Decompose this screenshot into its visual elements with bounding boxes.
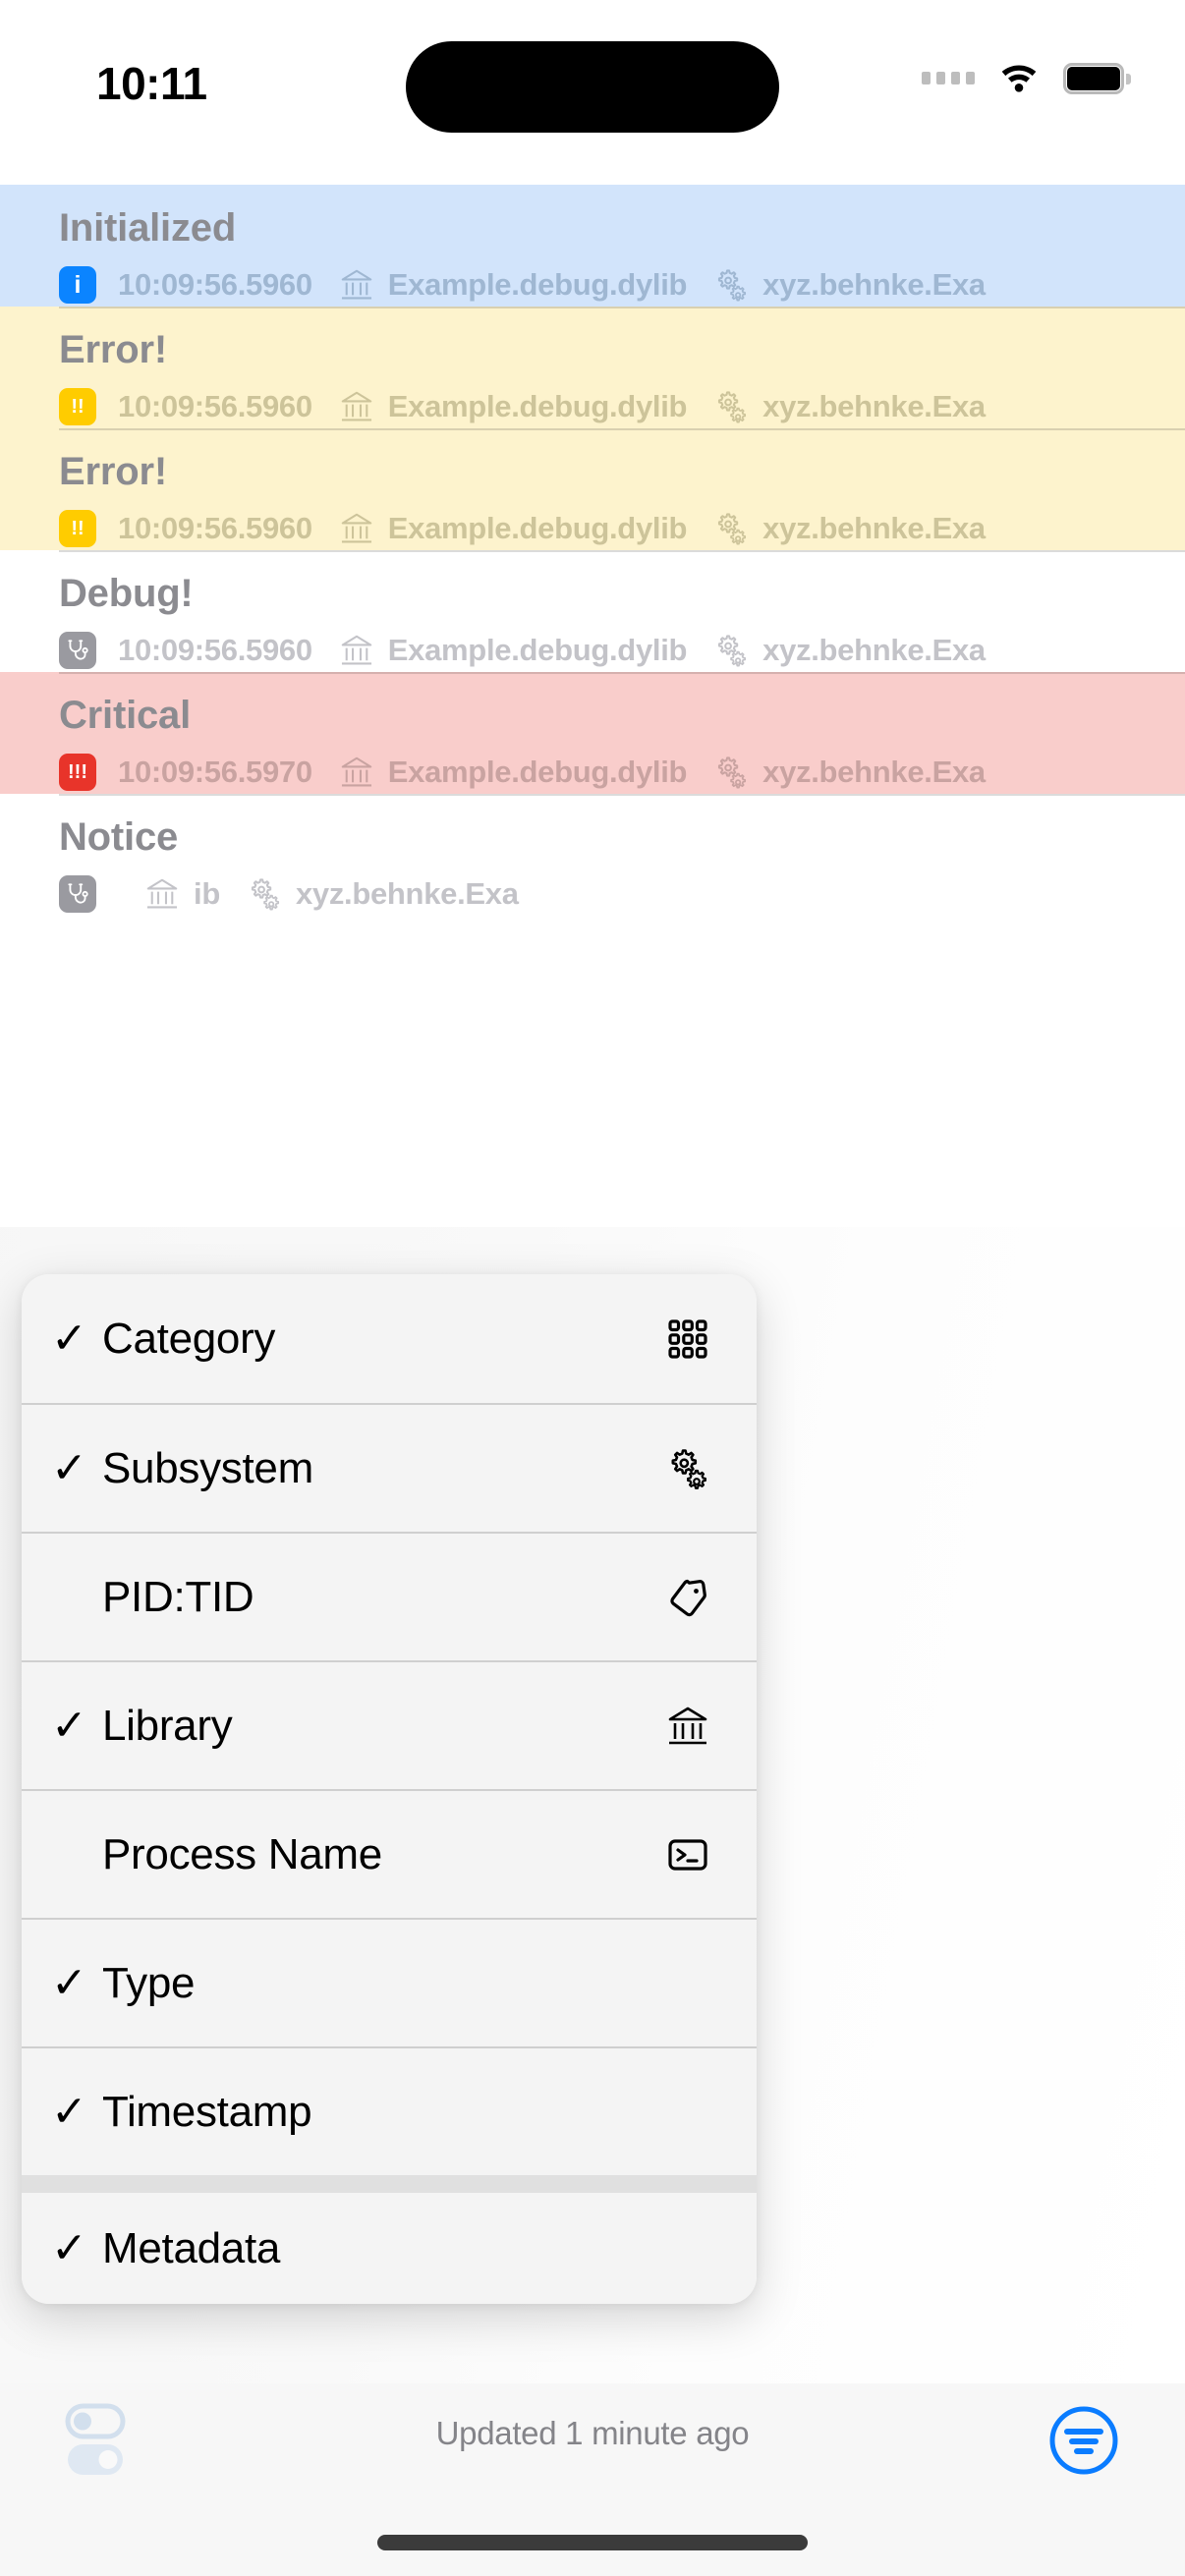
library-icon bbox=[143, 875, 181, 913]
menu-item-label: Process Name bbox=[102, 1829, 382, 1878]
menu-item-label: Metadata bbox=[102, 2223, 281, 2272]
log-title: Notice bbox=[59, 815, 179, 859]
battery-icon bbox=[1063, 62, 1131, 94]
menu-item-label: Timestamp bbox=[102, 2087, 312, 2136]
checkmark-icon: ✓ bbox=[51, 2087, 87, 2136]
critical-badge-icon: !!! bbox=[59, 754, 96, 791]
gears-icon bbox=[246, 875, 283, 913]
checkmark-icon: ✓ bbox=[51, 1314, 87, 1363]
gears-icon bbox=[712, 632, 750, 669]
checkmark-icon: ✓ bbox=[51, 1701, 87, 1750]
menu-item-timestamp[interactable]: ✓ Timestamp bbox=[22, 2046, 757, 2175]
gears-icon bbox=[712, 266, 750, 304]
menu-item-label: Subsystem bbox=[102, 1443, 313, 1492]
signal-dots-icon bbox=[922, 72, 975, 84]
status-bar: 10:11 bbox=[0, 0, 1185, 185]
log-library: Example.debug.dylib bbox=[387, 389, 688, 423]
library-icon bbox=[338, 388, 375, 425]
log-timestamp: 10:09:56.5960 bbox=[118, 633, 312, 667]
warning-badge-icon: !! bbox=[59, 510, 96, 547]
log-meta: !! 10:09:56.5960 Example.debug.dylib xyz.be… bbox=[59, 388, 986, 425]
log-library: ib bbox=[194, 876, 220, 911]
log-row[interactable]: Debug! 10:09:56.5960 Example.debug.dylib xy… bbox=[0, 550, 1185, 672]
library-icon bbox=[338, 754, 375, 791]
menu-item-type[interactable]: ✓ Type bbox=[22, 1918, 757, 2046]
warning-badge-icon: !! bbox=[59, 388, 96, 425]
bottom-toolbar: Updated 1 minute ago bbox=[0, 2383, 1185, 2576]
log-subsystem: xyz.behnke.Exa bbox=[762, 389, 986, 423]
gears-icon bbox=[712, 388, 750, 425]
checkmark-icon: ✓ bbox=[51, 1443, 87, 1492]
library-icon bbox=[338, 632, 375, 669]
row-separator bbox=[59, 307, 1185, 308]
log-row[interactable]: Critical!!! 10:09:56.5970 Example.debug.dy… bbox=[0, 672, 1185, 794]
log-library: Example.debug.dylib bbox=[387, 755, 688, 789]
log-row[interactable]: Notice ib xyz.behnke.Exa bbox=[0, 794, 1185, 916]
menu-item-label: PID:TID bbox=[102, 1572, 254, 1621]
gears-icon bbox=[712, 754, 750, 791]
updated-status-text: Updated 1 minute ago bbox=[435, 2415, 750, 2451]
log-subsystem: xyz.behnke.Exa bbox=[295, 876, 519, 911]
library-icon bbox=[656, 1703, 719, 1750]
menu-item-label: Category bbox=[102, 1314, 276, 1363]
notice-badge-icon bbox=[59, 875, 96, 913]
log-library: Example.debug.dylib bbox=[387, 267, 688, 302]
gears-icon bbox=[656, 1445, 719, 1492]
log-timestamp: 10:09:56.5960 bbox=[118, 511, 312, 545]
gears-icon bbox=[712, 510, 750, 547]
log-subsystem: xyz.behnke.Exa bbox=[762, 511, 986, 545]
log-meta: ib xyz.behnke.Exa bbox=[59, 875, 519, 913]
log-timestamp: 10:09:56.5960 bbox=[118, 389, 312, 423]
row-separator bbox=[59, 672, 1185, 674]
library-icon bbox=[338, 266, 375, 304]
wifi-icon bbox=[996, 59, 1042, 97]
log-title: Error! bbox=[59, 450, 167, 493]
log-title: Initialized bbox=[59, 206, 237, 250]
stethoscope-badge-icon bbox=[59, 632, 96, 669]
log-subsystem: xyz.behnke.Exa bbox=[762, 633, 986, 667]
terminal-icon bbox=[656, 1831, 719, 1878]
home-indicator bbox=[377, 2535, 808, 2550]
status-indicators bbox=[922, 59, 1131, 97]
log-title: Error! bbox=[59, 328, 167, 371]
tag-icon bbox=[656, 1574, 719, 1621]
log-meta: !!! 10:09:56.5970 Example.debug.dylib xyz.b… bbox=[59, 754, 986, 791]
menu-item-subsystem[interactable]: ✓ Subsystem bbox=[22, 1403, 757, 1532]
log-row[interactable]: Error!!! 10:09:56.5960 Example.debug.dylib… bbox=[0, 428, 1185, 550]
menu-item-label: Type bbox=[102, 1958, 196, 2007]
library-icon bbox=[338, 510, 375, 547]
log-subsystem: xyz.behnke.Exa bbox=[762, 267, 986, 302]
log-title: Critical bbox=[59, 694, 192, 737]
log-library: Example.debug.dylib bbox=[387, 633, 688, 667]
log-timestamp: 10:09:56.5960 bbox=[118, 267, 312, 302]
grid-3x3-icon bbox=[656, 1316, 719, 1363]
log-meta: 10:09:56.5960 Example.debug.dylib xyz.behn… bbox=[59, 632, 986, 669]
dynamic-island bbox=[406, 41, 779, 133]
log-row[interactable]: Initialized i 10:09:56.5960 Example.debug.d… bbox=[0, 185, 1185, 307]
menu-item-label: Library bbox=[102, 1701, 233, 1750]
checkmark-icon: ✓ bbox=[51, 1958, 87, 2007]
menu-item-process-name[interactable]: Process Name bbox=[22, 1789, 757, 1918]
menu-item-pid-tid[interactable]: PID:TID bbox=[22, 1532, 757, 1660]
column-options-menu[interactable]: ✓ Category ✓ Subsystem PID:TID ✓ Library Proces… bbox=[22, 1274, 757, 2304]
log-meta: !! 10:09:56.5960 Example.debug.dylib xyz.be… bbox=[59, 510, 986, 547]
info-badge-icon: i bbox=[59, 266, 96, 304]
log-subsystem: xyz.behnke.Exa bbox=[762, 755, 986, 789]
row-separator bbox=[59, 428, 1185, 430]
checkmark-icon: ✓ bbox=[51, 2223, 87, 2272]
row-separator bbox=[59, 794, 1185, 796]
status-time: 10:11 bbox=[96, 58, 207, 109]
log-timestamp: 10:09:56.5970 bbox=[118, 755, 312, 789]
log-title: Debug! bbox=[59, 572, 194, 615]
log-library: Example.debug.dylib bbox=[387, 511, 688, 545]
log-meta: i 10:09:56.5960 Example.debug.dylib xyz.beh… bbox=[59, 266, 986, 304]
menu-item-category[interactable]: ✓ Category bbox=[22, 1274, 757, 1403]
menu-item-metadata[interactable]: ✓ Metadata bbox=[22, 2175, 757, 2304]
log-row[interactable]: Error!!! 10:09:56.5960 Example.debug.dylib… bbox=[0, 307, 1185, 428]
row-separator bbox=[59, 550, 1185, 552]
menu-item-library[interactable]: ✓ Library bbox=[22, 1660, 757, 1789]
app-screen: 10:11 Initialized i 10:09:56.5960 Example.d… bbox=[0, 0, 1185, 2576]
